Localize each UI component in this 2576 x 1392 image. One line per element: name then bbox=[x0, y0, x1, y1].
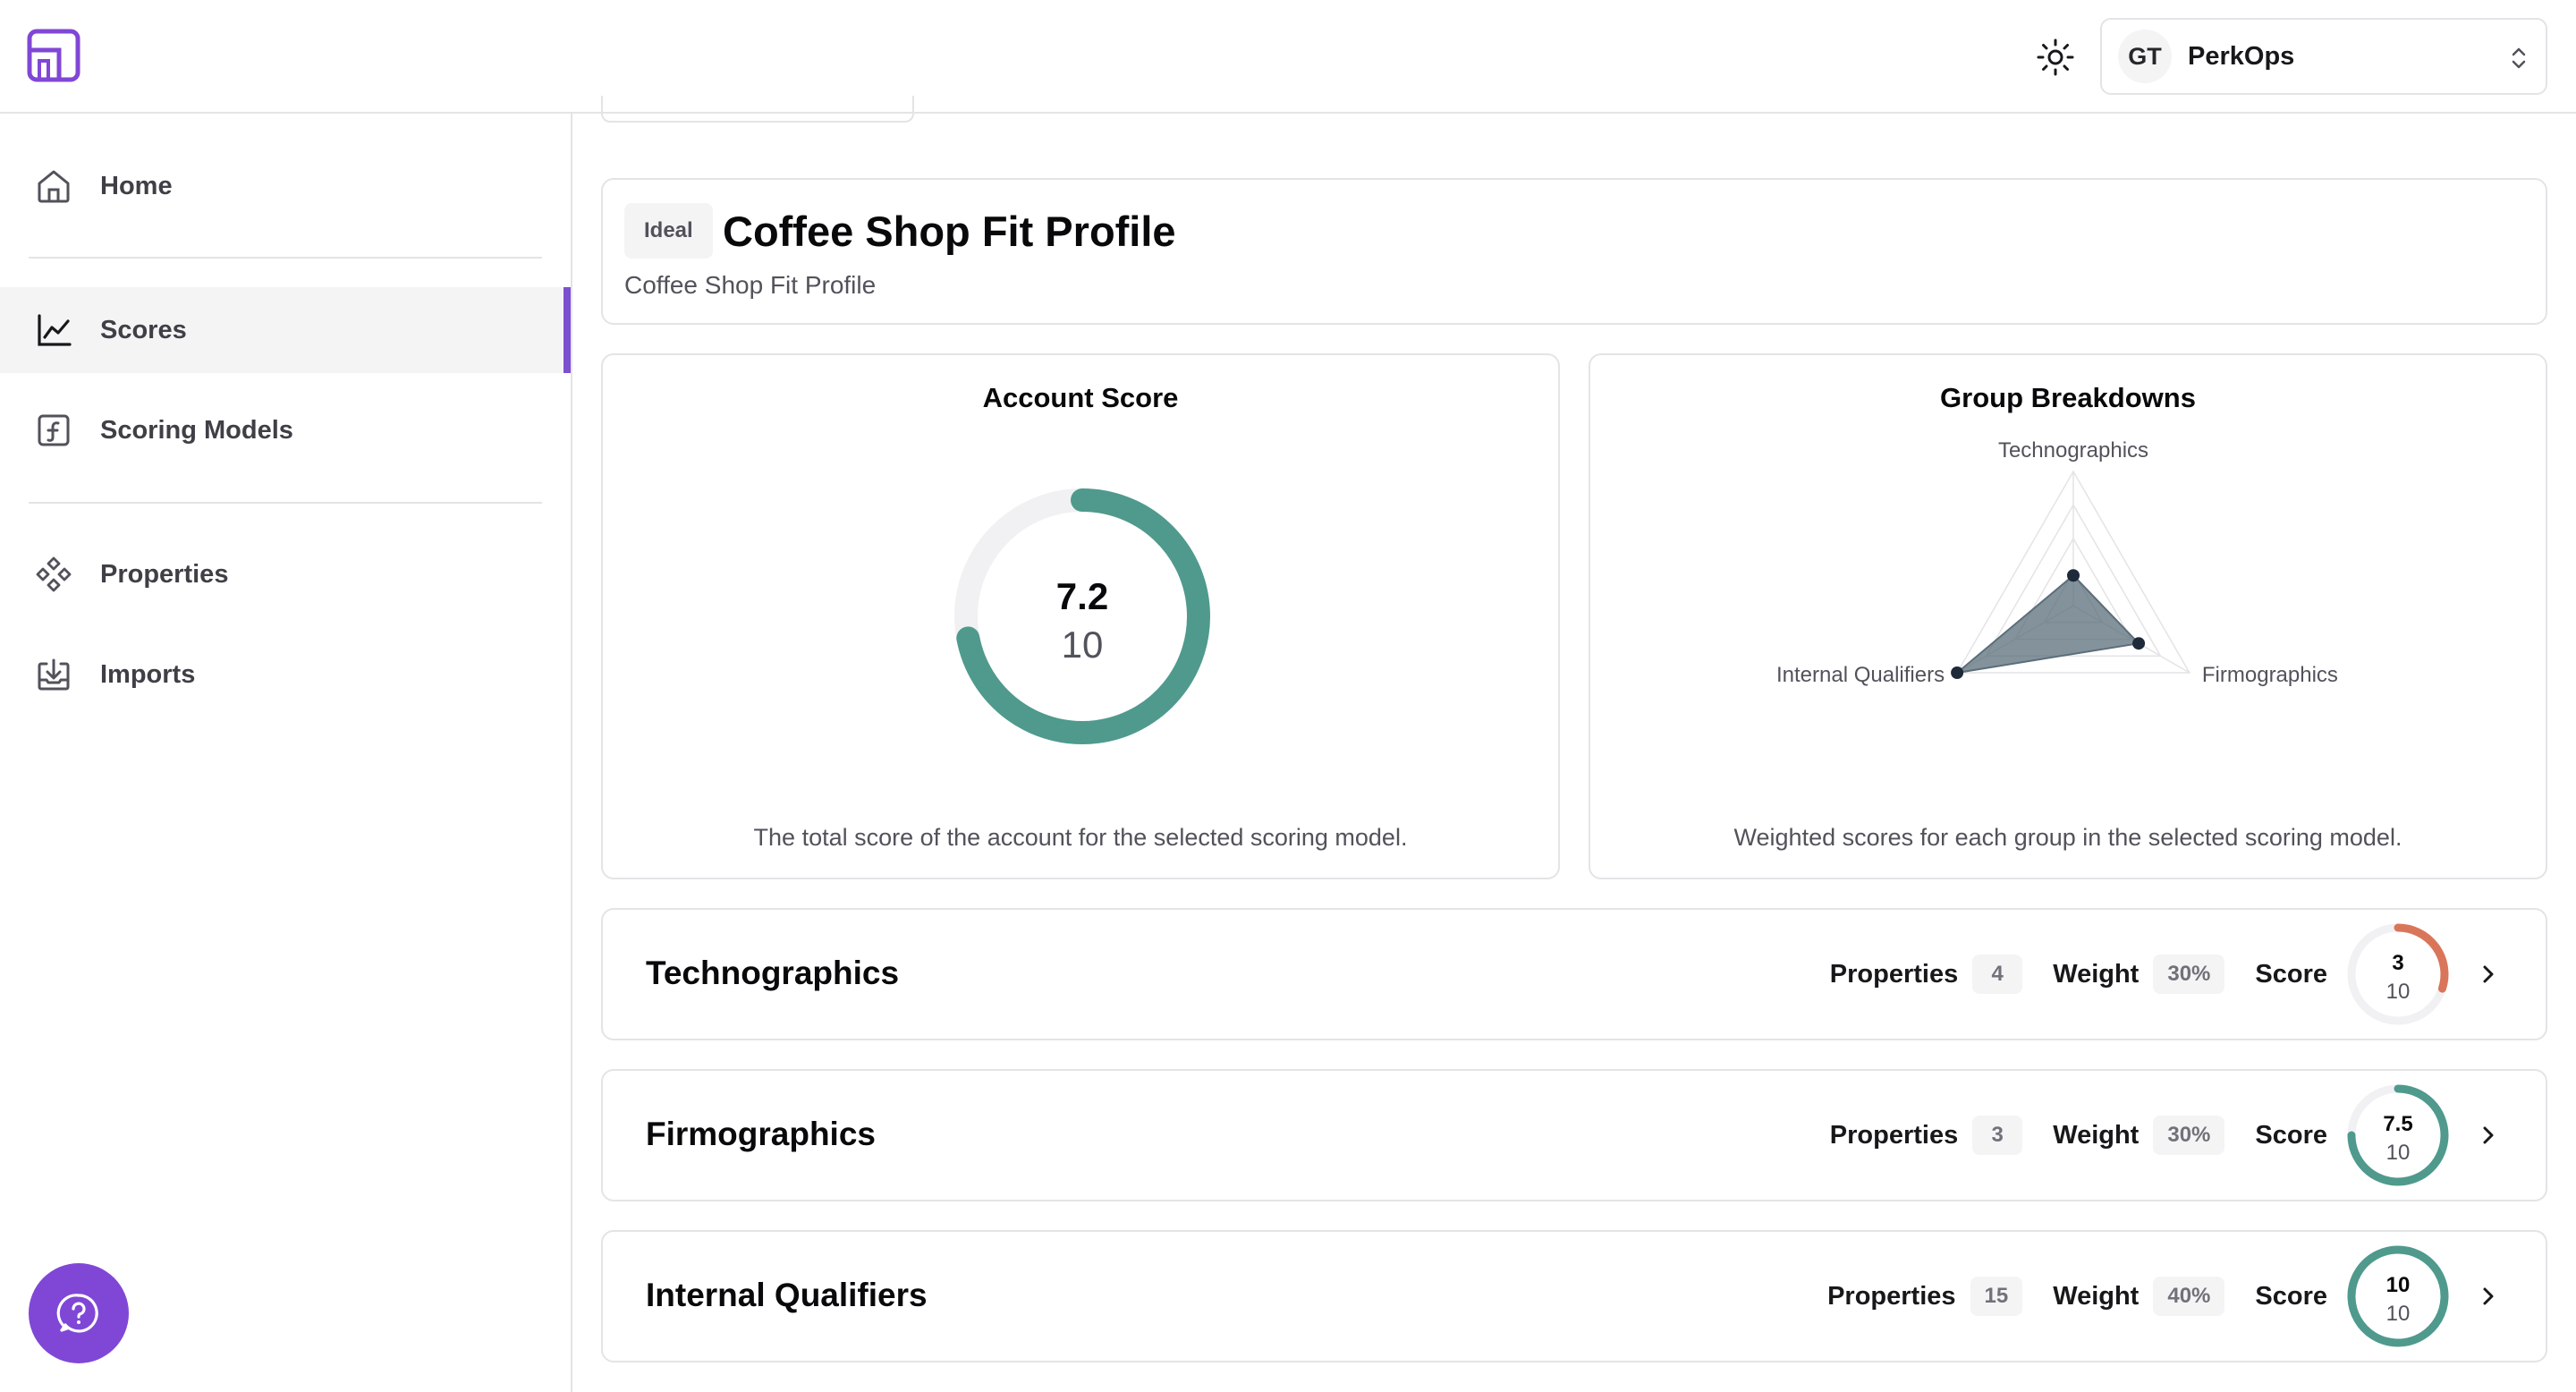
chevron-right-icon[interactable] bbox=[2478, 1282, 2499, 1311]
sidebar-item-scoring-models[interactable]: Scoring Models bbox=[0, 387, 571, 473]
group-stats: Properties 3 Weight 30% Score 7.5 10 bbox=[1830, 1071, 2499, 1200]
score-value: 10 bbox=[2386, 1273, 2411, 1297]
radar-axis-label: Technographics bbox=[1998, 438, 2148, 463]
group-score-gauge: 3 10 bbox=[2347, 923, 2449, 1025]
profile-badge: Ideal bbox=[624, 203, 713, 259]
chevron-right-icon[interactable] bbox=[2478, 1121, 2499, 1150]
group-stats: Properties 4 Weight 30% Score 3 10 bbox=[1830, 910, 2499, 1039]
weight-value: 30% bbox=[2153, 1116, 2225, 1155]
sidebar-divider bbox=[29, 502, 542, 504]
radar-axis-label: Firmographics bbox=[2202, 663, 2338, 687]
group-name: Technographics bbox=[646, 955, 900, 991]
previous-card-edge bbox=[601, 96, 914, 123]
group-score-gauge: 10 10 bbox=[2347, 1245, 2449, 1347]
sidebar-item-scores[interactable]: Scores bbox=[0, 287, 571, 373]
help-button[interactable] bbox=[29, 1263, 129, 1363]
import-icon bbox=[38, 658, 70, 691]
app-logo-icon[interactable] bbox=[27, 29, 80, 82]
main-content: Ideal Coffee Shop Fit Profile Coffee Sho… bbox=[572, 96, 2576, 1392]
score-value: 3 bbox=[2392, 951, 2403, 975]
radar-series-area bbox=[1953, 573, 2141, 675]
account-score-card: Account Score 7.2 10 The total score of … bbox=[601, 353, 1560, 879]
properties-label: Properties bbox=[1827, 1281, 1956, 1311]
weight-value: 30% bbox=[2153, 955, 2225, 994]
radar-point bbox=[1951, 666, 1964, 679]
group-name: Firmographics bbox=[646, 1116, 876, 1152]
profile-header: Ideal Coffee Shop Fit Profile Coffee Sho… bbox=[601, 178, 2547, 325]
properties-label: Properties bbox=[1829, 1120, 1959, 1150]
score-label: Score bbox=[2255, 1281, 2327, 1311]
group-name: Internal Qualifiers bbox=[646, 1277, 928, 1313]
workspace-switcher[interactable]: GT PerkOps bbox=[2100, 18, 2547, 95]
radar-axis-label: Internal Qualifiers bbox=[1776, 663, 1945, 687]
group-stats: Properties 15 Weight 40% Score 10 10 bbox=[1827, 1232, 2499, 1361]
top-bar: GT PerkOps bbox=[0, 0, 2576, 114]
weight-label: Weight bbox=[2053, 1120, 2140, 1150]
page-title: Coffee Shop Fit Profile bbox=[723, 208, 1176, 255]
account-score-gauge: 7.2 10 bbox=[954, 488, 1210, 744]
radar-point bbox=[2067, 569, 2080, 582]
group-row[interactable]: Internal Qualifiers Properties 15 Weight… bbox=[601, 1230, 2547, 1362]
weight-value: 40% bbox=[2153, 1277, 2225, 1316]
sidebar-item-label: Scores bbox=[100, 315, 187, 344]
score-value: 7.5 bbox=[2383, 1112, 2412, 1136]
sidebar-divider bbox=[29, 257, 542, 259]
weight-label: Weight bbox=[2053, 959, 2140, 989]
properties-count: 3 bbox=[1972, 1116, 2023, 1155]
score-max: 10 bbox=[1062, 624, 1104, 666]
score-max: 10 bbox=[2386, 980, 2411, 1004]
sidebar-item-properties[interactable]: Properties bbox=[0, 531, 571, 617]
group-breakdowns-card: Group Breakdowns Technographics Firmograp… bbox=[1589, 353, 2547, 879]
score-max: 10 bbox=[2386, 1302, 2411, 1326]
card-title: Account Score bbox=[982, 382, 1179, 413]
sidebar-item-label: Scoring Models bbox=[100, 415, 293, 445]
score-max: 10 bbox=[2386, 1141, 2411, 1165]
function-icon bbox=[38, 414, 70, 446]
score-label: Score bbox=[2255, 1120, 2327, 1150]
sidebar: Home Scores Scoring Models Properties Im… bbox=[0, 114, 572, 1392]
chevron-right-icon[interactable] bbox=[2478, 960, 2499, 989]
sidebar-item-home[interactable]: Home bbox=[0, 143, 571, 229]
properties-count: 4 bbox=[1972, 955, 2023, 994]
card-caption: Weighted scores for each group in the se… bbox=[1733, 824, 2402, 851]
score-value: 7.2 bbox=[1056, 575, 1108, 617]
sun-icon[interactable] bbox=[2034, 36, 2077, 79]
components-icon bbox=[36, 556, 72, 592]
group-row[interactable]: Technographics Properties 4 Weight 30% S… bbox=[601, 908, 2547, 1040]
help-chat-icon bbox=[56, 1294, 98, 1333]
weight-label: Weight bbox=[2053, 1281, 2140, 1311]
properties-label: Properties bbox=[1829, 959, 1959, 989]
sidebar-item-label: Home bbox=[100, 171, 173, 200]
card-caption: The total score of the account for the s… bbox=[753, 824, 1408, 851]
avatar: GT bbox=[2118, 30, 2172, 83]
card-title: Group Breakdowns bbox=[1940, 382, 2196, 413]
radar-point bbox=[2132, 637, 2146, 650]
group-radar-chart: Technographics Firmographics Internal Qual… bbox=[1776, 438, 2338, 687]
page-subtitle: Coffee Shop Fit Profile bbox=[624, 271, 877, 299]
chevron-up-down-icon bbox=[2512, 47, 2526, 69]
sidebar-item-label: Properties bbox=[100, 559, 229, 589]
sidebar-item-imports[interactable]: Imports bbox=[0, 632, 571, 717]
score-label: Score bbox=[2255, 959, 2327, 989]
group-score-gauge: 7.5 10 bbox=[2347, 1084, 2449, 1186]
properties-count: 15 bbox=[1970, 1277, 2023, 1316]
home-icon bbox=[38, 170, 70, 203]
workspace-name: PerkOps bbox=[2188, 41, 2295, 71]
sidebar-item-label: Imports bbox=[100, 659, 196, 689]
chart-line-icon bbox=[38, 314, 72, 346]
group-row[interactable]: Firmographics Properties 3 Weight 30% Sc… bbox=[601, 1069, 2547, 1201]
